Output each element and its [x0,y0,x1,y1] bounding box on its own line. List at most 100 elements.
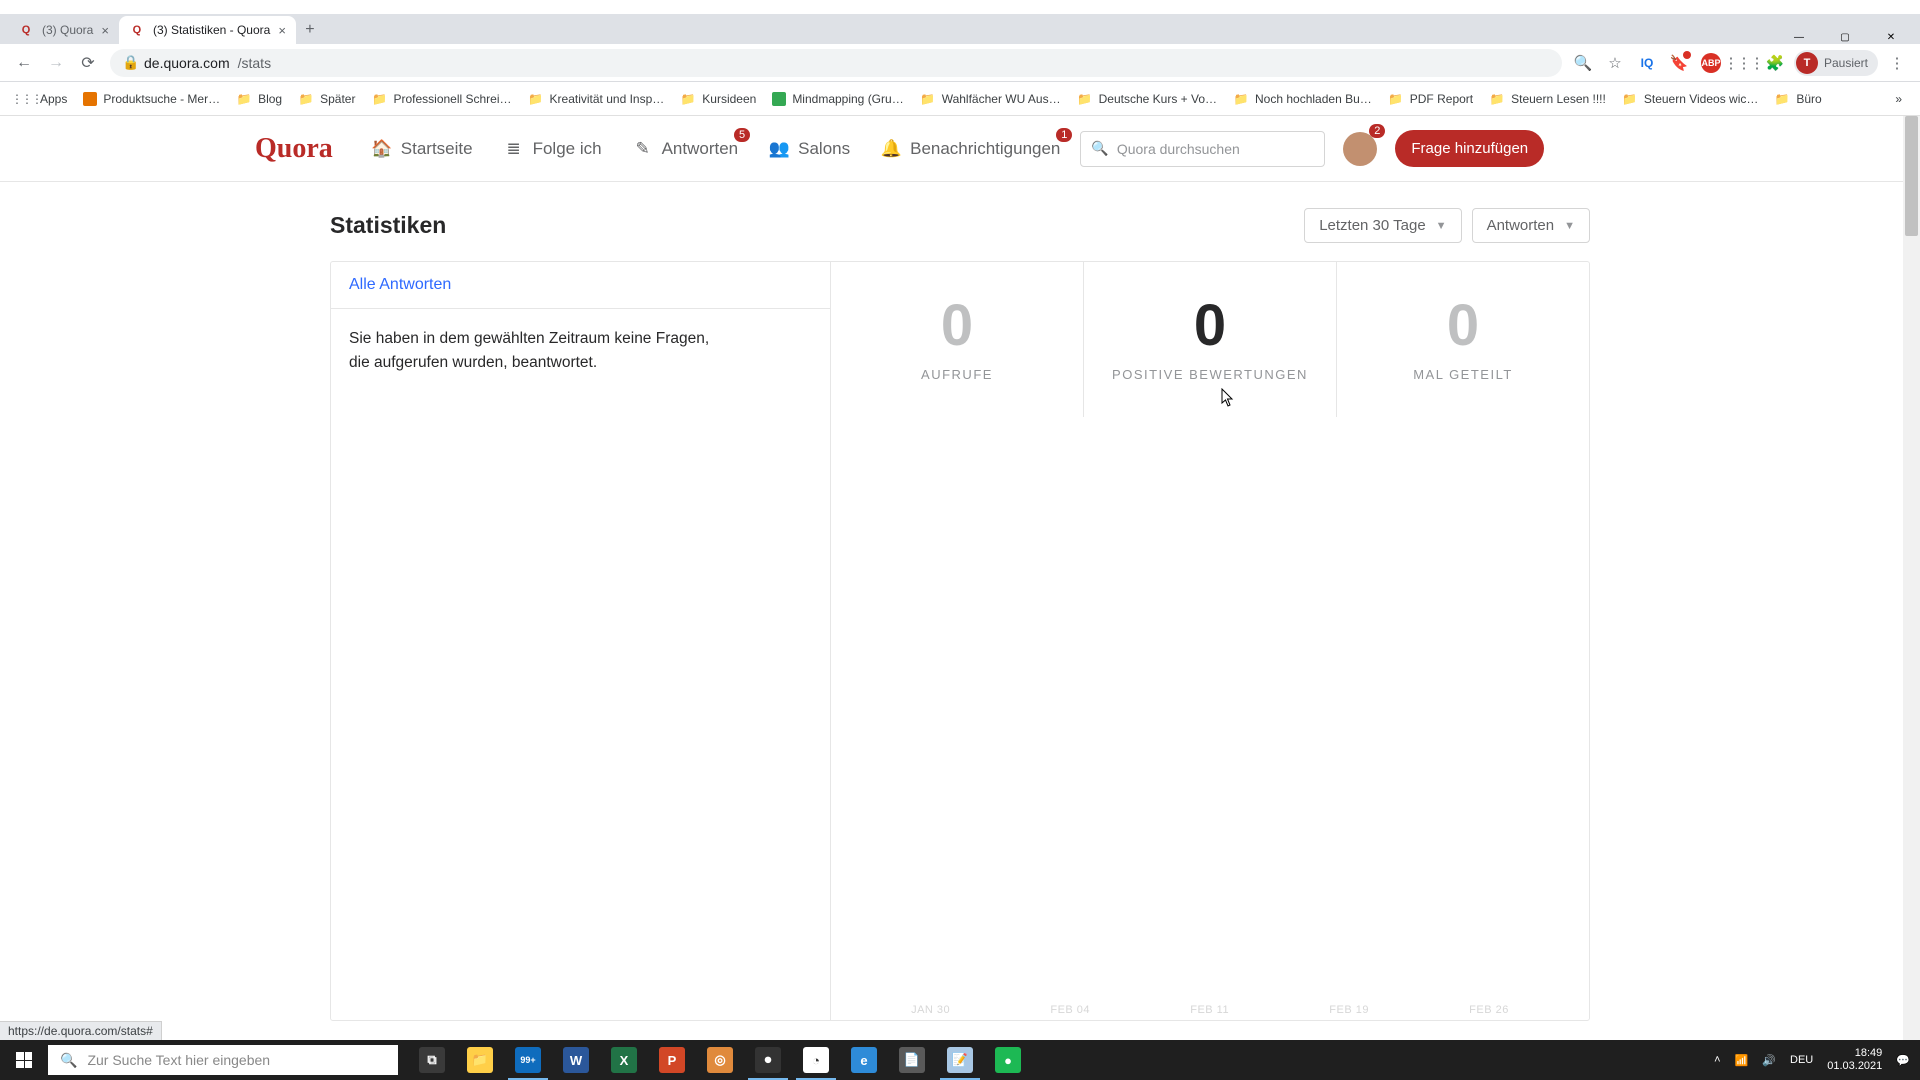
metric-label: AUFRUFE [921,367,993,382]
status-bar-url: https://de.quora.com/stats# [0,1021,162,1040]
date-range-dropdown[interactable]: Letzten 30 Tage ▼ [1304,208,1461,243]
taskbar-app-reader[interactable]: 📄 [888,1040,936,1080]
vertical-scrollbar[interactable] [1903,116,1920,1040]
bookmark-label: PDF Report [1410,92,1473,106]
metric-mal-geteilt[interactable]: 0MAL GETEILT [1337,262,1589,417]
taskbar-app-notepad[interactable]: 📝 [936,1040,984,1080]
search-placeholder: Quora durchsuchen [1117,141,1240,157]
forward-button[interactable]: → [42,49,70,77]
content-type-dropdown[interactable]: Antworten ▼ [1472,208,1590,243]
close-icon[interactable]: × [101,23,109,38]
bookmark-label: Büro [1796,92,1821,106]
nav-startseite[interactable]: 🏠Startseite [369,138,475,160]
bookmark-item[interactable]: Mindmapping (Gru… [764,87,911,111]
nav-salons[interactable]: 👥Salons [766,138,852,160]
window-controls: — ▢ ✕ [1776,30,1914,44]
chrome-menu-icon[interactable]: ⋮ [1884,50,1910,76]
bookmark-item[interactable]: 📁Deutsche Kurs + Vo… [1069,87,1225,111]
url-host: de.quora.com [144,55,230,71]
nav-benachrichtigungen[interactable]: 🔔Benachrichtigungen1 [878,138,1062,160]
bookmark-item[interactable]: 📁Professionell Schrei… [363,87,519,111]
quora-search-input[interactable]: 🔍 Quora durchsuchen [1080,131,1325,167]
taskbar-app-mail[interactable]: 99+ [504,1040,552,1080]
quora-favicon-icon: Q [18,22,34,38]
minimize-button[interactable]: — [1776,30,1822,44]
powerpoint-icon: P [659,1047,685,1073]
extension-io-icon[interactable]: IQ [1634,50,1660,76]
profile-button[interactable]: T Pausiert [1794,50,1878,76]
taskbar-app-obs[interactable]: ⏺ [744,1040,792,1080]
windows-logo-icon [16,1052,32,1068]
taskbar-app-powerpoint[interactable]: P [648,1040,696,1080]
tray-clock[interactable]: 18:49 01.03.2021 [1827,1047,1882,1073]
bookmark-label: Apps [40,92,67,106]
tray-network-icon[interactable]: 📶 [1735,1054,1749,1067]
all-answers-tab[interactable]: Alle Antworten [331,262,830,309]
extension-grid-icon[interactable]: ⋮⋮⋮ [1730,50,1756,76]
mail-icon: 99+ [515,1047,541,1073]
metric-positive-bewertungen[interactable]: 0POSITIVE BEWERTUNGEN [1084,262,1337,417]
start-button[interactable] [0,1040,48,1080]
content-type-label: Antworten [1487,217,1555,234]
browser-toolbar: ← → ⟳ 🔒 de.quora.com/stats 🔍 ☆ IQ 🔖 ABP … [0,44,1920,82]
bookmark-item[interactable]: 📁PDF Report [1380,87,1481,111]
page-title: Statistiken [330,212,446,239]
maximize-button[interactable]: ▢ [1822,30,1868,44]
metric-aufrufe[interactable]: 0AUFRUFE [831,262,1084,417]
bookmark-item[interactable]: 📁Steuern Videos wic… [1614,87,1767,111]
bookmark-item[interactable]: 📁Blog [228,87,290,111]
chevron-down-icon: ▼ [1564,220,1575,232]
bookmark-item[interactable]: 📁Noch hochladen Bu… [1225,87,1380,111]
extension-tag-icon[interactable]: 🔖 [1666,50,1692,76]
profile-avatar[interactable]: 2 [1343,132,1377,166]
taskbar-app-excel[interactable]: X [600,1040,648,1080]
nav-folge ich[interactable]: ≣Folge ich [501,138,604,160]
zoom-icon[interactable]: 🔍 [1570,50,1596,76]
bell-icon: 🔔 [880,138,902,160]
bookmark-item[interactable]: 📁Steuern Lesen !!!! [1481,87,1614,111]
bookmark-star-icon[interactable]: ☆ [1602,50,1628,76]
tray-notifications-icon[interactable]: 💬 [1896,1054,1910,1067]
folder-icon: 📁 [1622,91,1638,107]
folder-icon: 📁 [236,91,252,107]
extension-abp-icon[interactable]: ABP [1698,50,1724,76]
taskbar-app-file-explorer[interactable]: 📁 [456,1040,504,1080]
address-bar[interactable]: 🔒 de.quora.com/stats [110,49,1562,77]
bookmark-item[interactable]: Produktsuche - Mer… [75,87,228,111]
tab-title: (3) Statistiken - Quora [153,23,270,37]
extensions-puzzle-icon[interactable]: 🧩 [1762,50,1788,76]
bookmark-item[interactable]: 📁Wahlfächer WU Aus… [912,87,1069,111]
browser-tab-quora[interactable]: Q (3) Quora × [8,16,119,44]
bookmark-item[interactable]: 📁Kursideen [672,87,764,111]
close-icon[interactable]: × [278,23,286,38]
chrome-icon: ◔ [803,1047,829,1073]
tray-language[interactable]: DEU [1790,1054,1813,1066]
ask-question-button[interactable]: Frage hinzufügen [1395,130,1544,167]
taskbar-app-spotify[interactable]: ● [984,1040,1032,1080]
close-window-button[interactable]: ✕ [1868,30,1914,44]
bookmark-item[interactable]: 📁Büro [1766,87,1829,111]
folder-icon: 📁 [1233,91,1249,107]
back-button[interactable]: ← [10,49,38,77]
windows-search-input[interactable]: 🔍 Zur Suche Text hier eingeben [48,1045,398,1075]
scrollbar-thumb[interactable] [1905,116,1918,236]
bookmark-item[interactable]: 📁Kreativität und Insp… [520,87,673,111]
new-tab-button[interactable]: + [296,16,324,44]
nav-antworten[interactable]: ✎Antworten5 [630,138,741,160]
browser-tab-stats[interactable]: Q (3) Statistiken - Quora × [119,16,296,44]
metric-value: 0 [1194,297,1226,355]
taskbar-app-task-view[interactable]: ⧉ [408,1040,456,1080]
quora-logo[interactable]: Quora [255,133,333,165]
tray-chevron-up-icon[interactable]: ˄ [1714,1054,1720,1066]
taskbar-app-word[interactable]: W [552,1040,600,1080]
reload-button[interactable]: ⟳ [74,49,102,77]
taskbar-app-brave[interactable]: ◎ [696,1040,744,1080]
taskbar-app-edge[interactable]: e [840,1040,888,1080]
metric-value: 0 [1447,297,1479,355]
bookmarks-overflow-icon[interactable]: » [1887,87,1910,111]
bookmark-item[interactable]: 📁Später [290,87,363,111]
bookmark-item[interactable]: ⋮⋮⋮Apps [10,87,75,111]
tray-volume-icon[interactable]: 🔊 [1762,1054,1776,1067]
x-axis-tick: JAN 30 [911,1004,950,1016]
taskbar-app-chrome[interactable]: ◔ [792,1040,840,1080]
